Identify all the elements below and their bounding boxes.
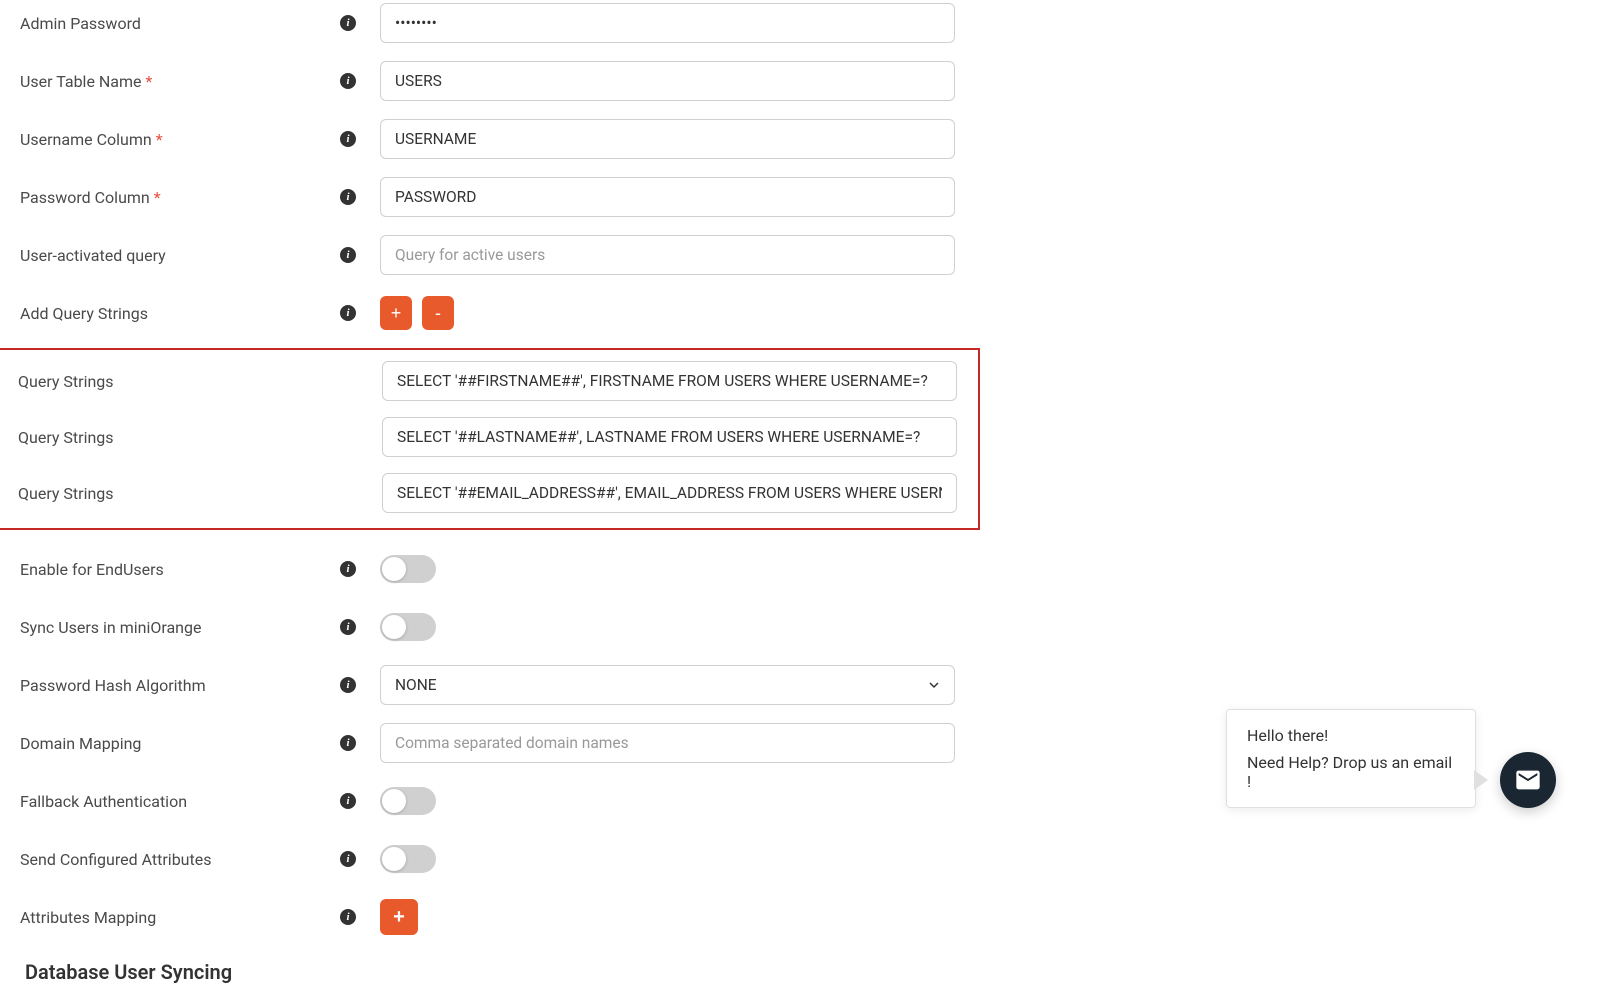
info-icon[interactable]: i <box>340 247 356 263</box>
info-icon[interactable]: i <box>340 561 356 577</box>
info-icon[interactable]: i <box>340 909 356 925</box>
query-string-1-input[interactable] <box>382 361 957 401</box>
user-activated-query-input[interactable] <box>380 235 955 275</box>
hash-algorithm-select[interactable]: NONE <box>380 665 955 705</box>
query-string-1-label: Query Strings <box>18 372 342 391</box>
user-table-row: User Table Name* i <box>20 58 980 104</box>
fallback-auth-row: Fallback Authentication i <box>20 778 980 824</box>
password-col-row: Password Column* i <box>20 174 980 220</box>
username-col-label: Username Column* <box>20 130 340 149</box>
domain-mapping-row: Domain Mapping i <box>20 720 980 766</box>
info-icon[interactable]: i <box>340 851 356 867</box>
admin-password-input[interactable] <box>380 3 955 43</box>
add-query-strings-label: Add Query Strings <box>20 304 340 323</box>
admin-password-label: Admin Password <box>20 14 340 33</box>
query-string-3-row: Query Strings <box>18 470 958 516</box>
email-icon <box>1514 766 1542 794</box>
domain-mapping-input[interactable] <box>380 723 955 763</box>
info-icon[interactable]: i <box>340 735 356 751</box>
fallback-auth-toggle[interactable] <box>380 787 436 815</box>
add-query-button[interactable]: + <box>380 296 412 330</box>
password-col-label: Password Column* <box>20 188 340 207</box>
chat-line-1: Hello there! <box>1247 726 1455 745</box>
db-user-syncing-heading: Database User Syncing <box>25 960 980 984</box>
hash-algorithm-label: Password Hash Algorithm <box>20 676 340 695</box>
query-strings-highlight: Query Strings Query Strings Query String… <box>0 348 980 530</box>
hash-algorithm-row: Password Hash Algorithm i NONE <box>20 662 980 708</box>
query-string-3-label: Query Strings <box>18 484 342 503</box>
sync-users-row: Sync Users in miniOrange i <box>20 604 980 650</box>
info-icon[interactable]: i <box>340 189 356 205</box>
user-activated-query-row: User-activated query i <box>20 232 980 278</box>
user-table-label: User Table Name* <box>20 72 340 91</box>
info-icon[interactable]: i <box>340 677 356 693</box>
add-attribute-mapping-button[interactable]: + <box>380 899 418 935</box>
query-string-2-label: Query Strings <box>18 428 342 447</box>
chat-launcher-button[interactable] <box>1500 752 1556 808</box>
username-col-row: Username Column* i <box>20 116 980 162</box>
enable-endusers-label: Enable for EndUsers <box>20 560 340 579</box>
send-attributes-label: Send Configured Attributes <box>20 850 340 869</box>
password-col-input[interactable] <box>380 177 955 217</box>
query-string-2-input[interactable] <box>382 417 957 457</box>
attributes-mapping-label: Attributes Mapping <box>20 908 340 927</box>
chat-popup: Hello there! Need Help? Drop us an email… <box>1226 709 1476 808</box>
info-icon[interactable]: i <box>340 619 356 635</box>
admin-password-row: Admin Password i <box>20 0 980 46</box>
info-icon[interactable]: i <box>340 305 356 321</box>
query-string-2-row: Query Strings <box>18 414 958 460</box>
add-query-strings-row: Add Query Strings i + - <box>20 290 980 336</box>
send-attributes-toggle[interactable] <box>380 845 436 873</box>
domain-mapping-label: Domain Mapping <box>20 734 340 753</box>
attributes-mapping-row: Attributes Mapping i + <box>20 894 980 940</box>
enable-endusers-row: Enable for EndUsers i <box>20 546 980 592</box>
info-icon[interactable]: i <box>340 793 356 809</box>
query-string-3-input[interactable] <box>382 473 957 513</box>
query-string-1-row: Query Strings <box>18 358 958 404</box>
username-col-input[interactable] <box>380 119 955 159</box>
sync-users-toggle[interactable] <box>380 613 436 641</box>
sync-users-label: Sync Users in miniOrange <box>20 618 340 637</box>
send-attributes-row: Send Configured Attributes i <box>20 836 980 882</box>
info-icon[interactable]: i <box>340 131 356 147</box>
info-icon[interactable]: i <box>340 73 356 89</box>
info-icon[interactable]: i <box>340 15 356 31</box>
enable-endusers-toggle[interactable] <box>380 555 436 583</box>
remove-query-button[interactable]: - <box>422 296 454 330</box>
chat-pointer <box>1474 770 1488 790</box>
user-table-input[interactable] <box>380 61 955 101</box>
chat-line-2: Need Help? Drop us an email ! <box>1247 753 1455 791</box>
user-activated-query-label: User-activated query <box>20 246 340 265</box>
fallback-auth-label: Fallback Authentication <box>20 792 340 811</box>
